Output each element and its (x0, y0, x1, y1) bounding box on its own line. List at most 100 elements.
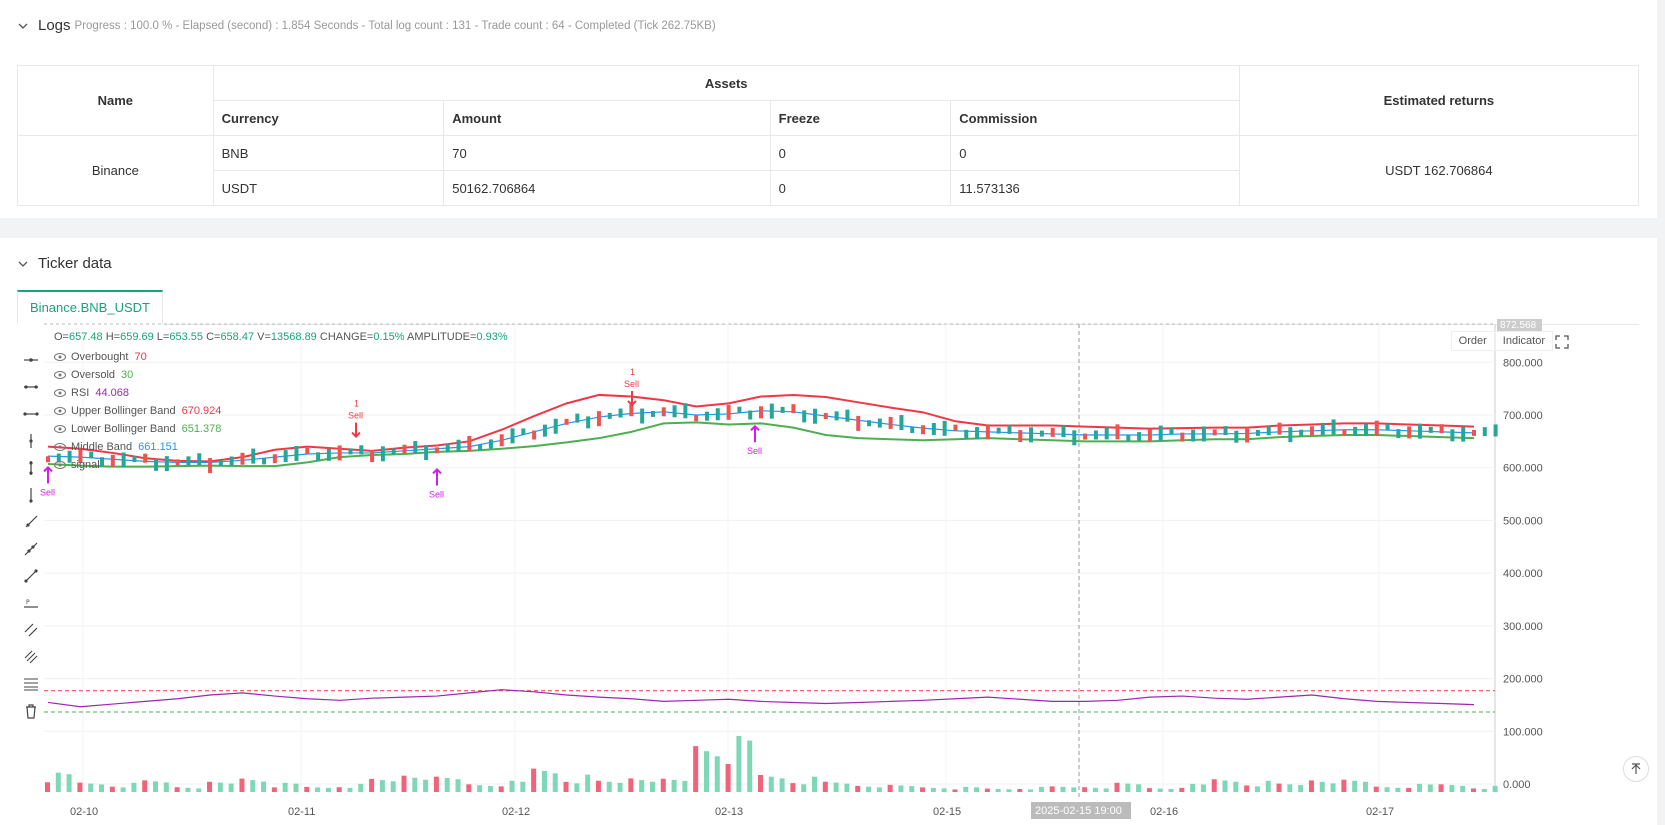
candle (348, 448, 353, 455)
legend-value: 670.924 (181, 405, 222, 417)
y-tick-label: 400.000 (1503, 568, 1543, 580)
volume-bar (66, 774, 72, 792)
indicator-button[interactable]: Indicator (1494, 331, 1553, 351)
volume-bar (1028, 789, 1034, 792)
candle (640, 408, 645, 424)
legend-rsi[interactable]: RSI 44.068 (54, 384, 221, 402)
exchange-name: Binance (17, 135, 214, 206)
volume-bar (887, 784, 893, 792)
volume-bar (315, 787, 321, 792)
volume-bar (401, 775, 407, 792)
eye-icon[interactable] (54, 407, 66, 415)
ohlc-label-volume: V= (257, 331, 271, 343)
indicator-legend: Overbought 70 Oversold 30 RSI 44.068 Upper … (54, 348, 221, 474)
col-amount: Amount (443, 100, 771, 136)
volume-bar (628, 778, 634, 792)
candle (1309, 426, 1314, 436)
eye-icon[interactable] (54, 443, 66, 451)
candle (942, 420, 947, 436)
legend-upper-band[interactable]: Upper Bollinger Band 670.924 (54, 402, 221, 420)
logs-header[interactable]: Logs Progress : 100.0 % - Elapsed (secon… (17, 17, 716, 34)
eye-icon[interactable] (54, 389, 66, 397)
volume-bar (833, 782, 839, 792)
volume-bar (563, 781, 569, 792)
eye-icon[interactable] (54, 461, 66, 469)
volume-bar (423, 779, 429, 792)
candle (888, 416, 893, 429)
volume-bar (995, 788, 1001, 792)
candle (1417, 423, 1422, 439)
candle (1223, 426, 1228, 436)
candle (1083, 433, 1088, 440)
candle (467, 435, 472, 451)
volume-bar (325, 787, 331, 792)
candle (1104, 427, 1109, 440)
candle (910, 427, 915, 434)
ticker-header[interactable]: Ticker data (17, 255, 112, 272)
volume-bar (1200, 784, 1206, 792)
chevron-down-icon[interactable] (17, 258, 29, 270)
candle (499, 434, 504, 447)
legend-signal[interactable]: signal (54, 456, 221, 474)
volume-bar (509, 780, 515, 792)
volume-bar (1146, 788, 1152, 792)
volume-bar (725, 763, 731, 792)
volume-bar (682, 780, 688, 792)
candle (1039, 430, 1044, 437)
volume-bar (466, 784, 472, 792)
col-freeze: Freeze (769, 100, 952, 136)
candle (704, 411, 709, 421)
order-button[interactable]: Order (1450, 331, 1495, 351)
candle (1374, 420, 1379, 436)
chart-buttons: Order Indicator (1450, 331, 1553, 351)
volume-bar (99, 784, 105, 792)
volume-bar (531, 768, 537, 792)
fullscreen-icon[interactable] (1555, 335, 1569, 349)
volume-bar (1373, 786, 1379, 792)
legend-value: 44.068 (95, 387, 129, 399)
volume-bar (282, 782, 288, 792)
legend-lower-band[interactable]: Lower Bollinger Band 651.378 (54, 420, 221, 438)
eye-icon[interactable] (54, 353, 66, 361)
volume-bar (444, 777, 450, 792)
volume-bar (1006, 789, 1012, 792)
logs-panel: Logs Progress : 100.0 % - Elapsed (secon… (0, 0, 1657, 218)
candle (532, 430, 537, 440)
chevron-down-icon[interactable] (17, 20, 29, 32)
volume-bar (1384, 787, 1390, 792)
volume-bar (228, 783, 234, 792)
x-tick-label: 02-11 (288, 806, 315, 818)
legend-oversold[interactable]: Oversold 30 (54, 366, 221, 384)
volume-bar (142, 780, 148, 792)
volume-bar (1395, 787, 1401, 792)
candle (542, 424, 547, 437)
eye-icon[interactable] (54, 425, 66, 433)
volume-bar (304, 786, 310, 792)
candle (1493, 424, 1498, 437)
scroll-to-latest-button[interactable] (1623, 756, 1649, 782)
volume-bar (1157, 788, 1163, 792)
candle (370, 450, 375, 463)
price-chart[interactable]: 800.000700.000600.000500.000400.000300.0… (0, 316, 1657, 825)
eye-icon[interactable] (54, 371, 66, 379)
candle (380, 446, 385, 462)
candle (953, 424, 958, 431)
candle (445, 443, 450, 453)
volume-bar (1092, 787, 1098, 792)
volume-bar (477, 785, 483, 792)
volume-bar (1276, 783, 1282, 792)
candle (337, 445, 342, 461)
candle (759, 406, 763, 419)
volume-bar (1427, 784, 1433, 792)
series-lower-bollinger-band (47, 421, 1475, 468)
volume-bar (1319, 781, 1325, 792)
volume-bar (1168, 789, 1174, 792)
volume-bar (271, 787, 277, 792)
candle (305, 447, 310, 454)
legend-middle-band[interactable]: Middle Band 661.151 (54, 438, 221, 456)
candle (791, 404, 796, 414)
legend-overbought[interactable]: Overbought 70 (54, 348, 221, 366)
signal-qty: 1 (354, 399, 359, 409)
volume-bar (930, 787, 936, 792)
candle (1115, 424, 1120, 440)
